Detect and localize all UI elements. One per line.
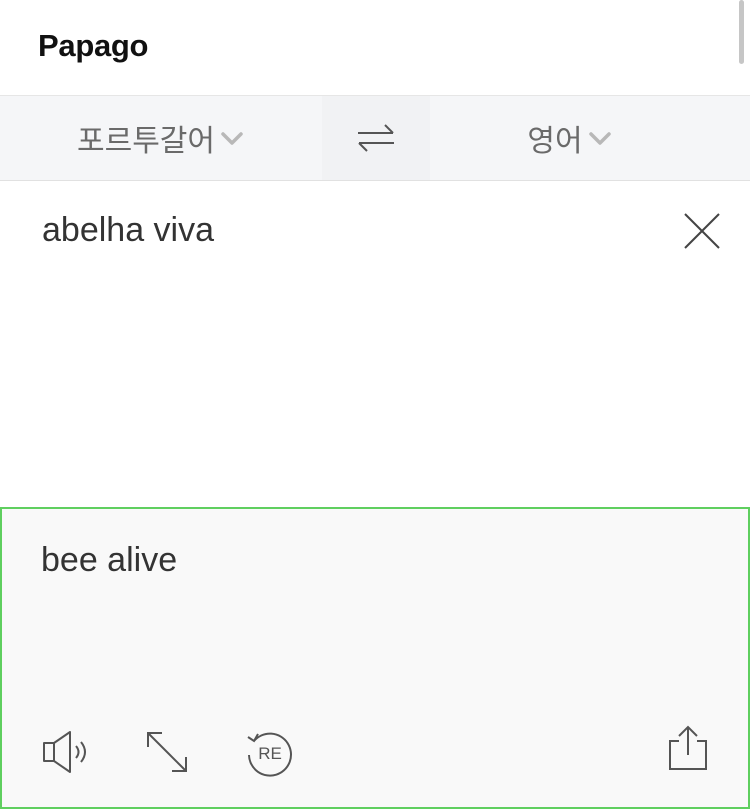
speaker-icon xyxy=(43,731,86,773)
retranslate-label: RE xyxy=(258,744,282,763)
close-icon xyxy=(684,213,720,249)
source-language-label: 포르투갈어 xyxy=(77,125,215,158)
app-title: Papago xyxy=(38,28,149,63)
share-button[interactable] xyxy=(666,725,710,771)
speaker-button[interactable] xyxy=(42,729,92,775)
share-icon xyxy=(669,725,707,770)
swap-arrows-icon xyxy=(358,124,394,152)
language-bar: 포르투갈어 영어 xyxy=(0,95,750,181)
target-language-selector[interactable]: 영어 xyxy=(430,96,710,180)
translator-screen: Papago 포르투갈어 영어 abelha viva bee alive RE xyxy=(0,0,750,809)
result-panel: bee alive RE xyxy=(0,507,750,809)
chevron-down-icon xyxy=(588,132,611,145)
chevron-down-icon xyxy=(221,132,243,145)
expand-button[interactable] xyxy=(144,729,190,775)
source-language-selector[interactable]: 포르투갈어 xyxy=(0,96,322,180)
retranslate-button[interactable]: RE xyxy=(244,727,296,779)
expand-icon xyxy=(147,732,187,772)
source-text-area[interactable]: abelha viva xyxy=(0,181,750,507)
target-language-label: 영어 xyxy=(527,125,583,158)
result-text[interactable]: bee alive xyxy=(41,541,177,580)
source-text[interactable]: abelha viva xyxy=(42,211,214,250)
retranslate-icon: RE xyxy=(247,732,292,777)
app-header: Papago xyxy=(0,0,750,95)
scrollbar[interactable] xyxy=(739,0,744,64)
swap-languages-button[interactable] xyxy=(322,96,430,180)
clear-button[interactable] xyxy=(682,211,722,251)
